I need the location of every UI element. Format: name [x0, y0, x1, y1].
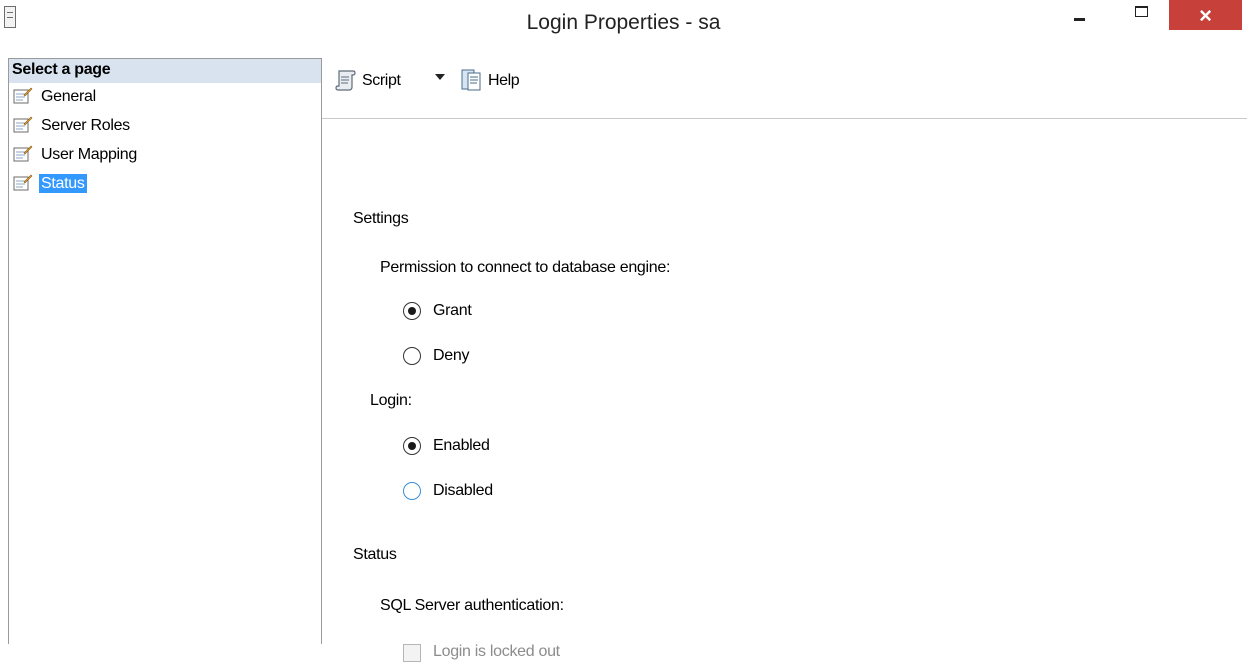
page-item-label: User Mapping [41, 146, 138, 163]
sql-auth-label: SQL Server authentication: [380, 597, 564, 614]
disabled-radio[interactable] [403, 482, 421, 500]
grant-label[interactable]: Grant [433, 302, 472, 320]
script-dropdown-arrow[interactable] [435, 74, 445, 80]
close-button[interactable]: × [1169, 0, 1242, 30]
grant-radio[interactable] [403, 302, 421, 320]
title-bar: Login Properties - sa × [0, 0, 1247, 44]
minimize-button[interactable] [1063, 0, 1097, 32]
page-item-general[interactable]: General [9, 83, 321, 112]
page-list: General Server Roles User Mapping Status [9, 83, 321, 199]
select-page-header: Select a page [9, 59, 321, 83]
help-label: Help [488, 72, 520, 89]
disabled-label[interactable]: Disabled [433, 482, 493, 500]
toolbar: Script Help [322, 58, 1247, 119]
deny-label[interactable]: Deny [433, 347, 469, 365]
enabled-radio[interactable] [403, 437, 421, 455]
locked-out-label: Login is locked out [433, 643, 560, 660]
window-title: Login Properties - sa [526, 11, 721, 34]
minimize-icon [1074, 18, 1085, 21]
close-icon: × [1199, 3, 1212, 28]
permission-label: Permission to connect to database engine… [380, 259, 671, 276]
property-page-icon [13, 116, 33, 133]
script-scroll-icon [335, 70, 356, 91]
locked-out-checkbox[interactable] [403, 644, 421, 662]
status-section-title: Status [353, 546, 397, 563]
page-item-label: Status [39, 174, 87, 193]
page-item-server-roles[interactable]: Server Roles [9, 112, 321, 141]
page-selector-pane: Select a page General Server Roles User … [8, 58, 322, 644]
page-item-status[interactable]: Status [9, 170, 321, 199]
script-label: Script [362, 72, 401, 89]
page-item-label: General [41, 88, 96, 105]
property-page-icon [13, 174, 33, 191]
page-item-user-mapping[interactable]: User Mapping [9, 141, 321, 170]
properties-pane: Script Help Settings Permission to conne… [322, 58, 1247, 662]
maximize-button[interactable] [1124, 0, 1158, 32]
enabled-label[interactable]: Enabled [433, 437, 490, 455]
property-page-icon [13, 87, 33, 104]
maximize-icon [1135, 6, 1148, 17]
property-page-icon [13, 145, 33, 162]
deny-radio[interactable] [403, 347, 421, 365]
page-item-label: Server Roles [41, 117, 130, 134]
login-label: Login: [370, 392, 412, 409]
settings-section-title: Settings [353, 210, 409, 227]
help-book-icon [461, 69, 481, 91]
